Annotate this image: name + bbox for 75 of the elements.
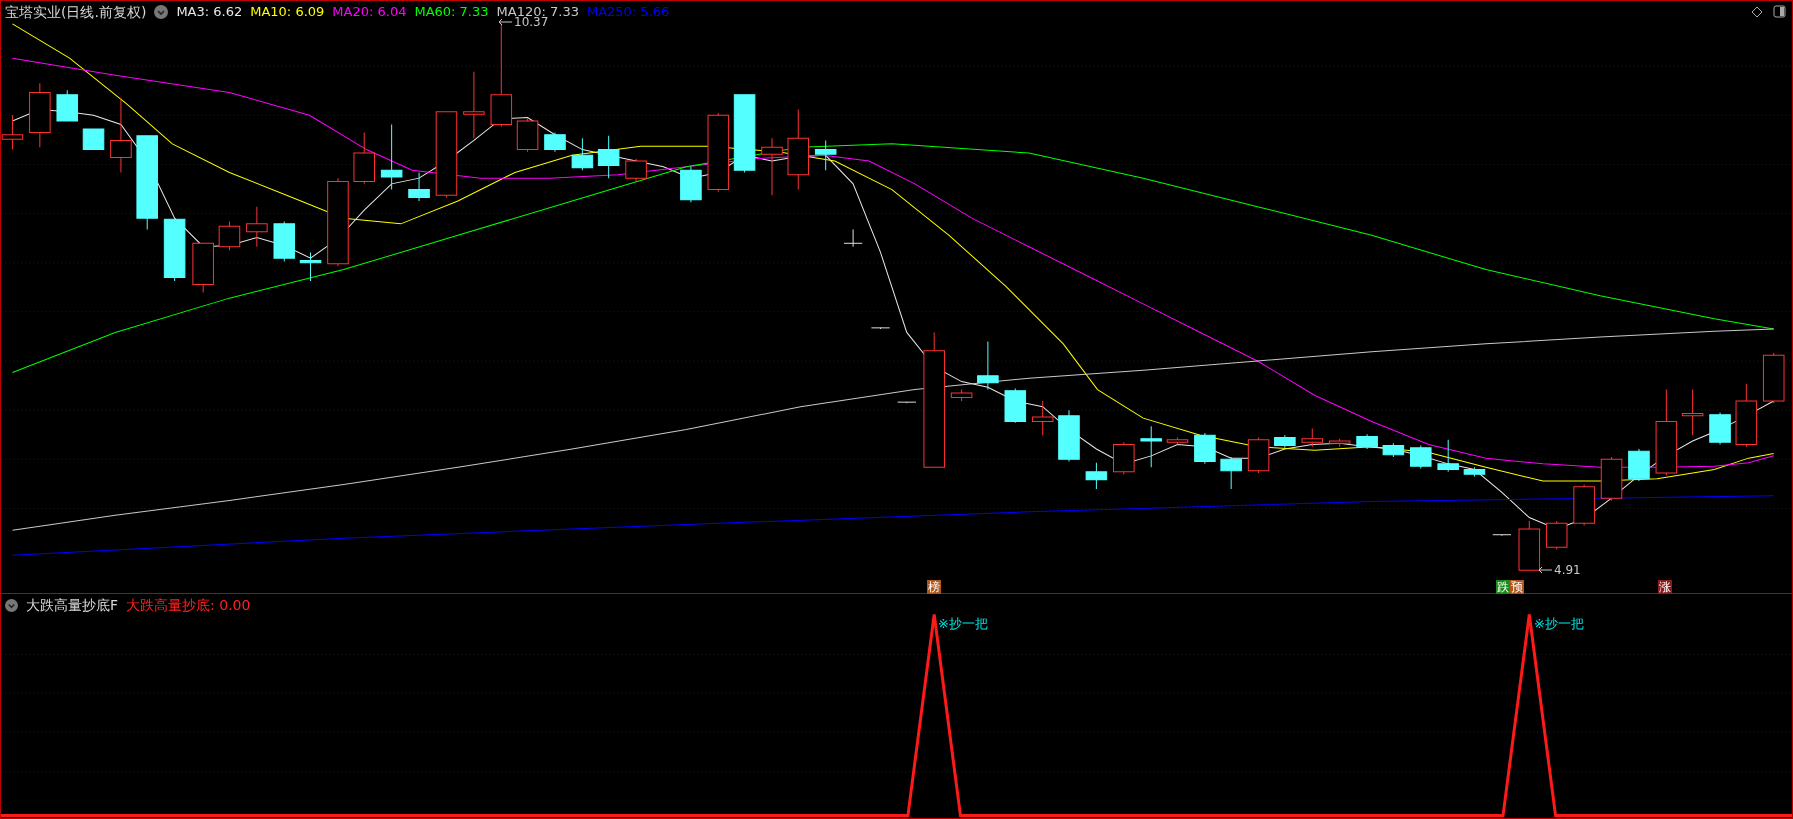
candlestick — [761, 137, 783, 196]
candlestick — [1709, 411, 1731, 445]
indicator-value: MA10: 6.09 — [250, 3, 325, 21]
candlestick — [1166, 437, 1189, 445]
candlestick — [814, 139, 837, 171]
price-label: 10.37 — [514, 15, 549, 29]
candlestick — [1437, 439, 1459, 473]
chevron-down-icon[interactable] — [5, 598, 18, 612]
candlestick — [1463, 466, 1486, 477]
candlestick — [1492, 534, 1512, 537]
indicator-value: MA60: 7.33 — [414, 3, 489, 21]
indicator-value: MA250: 5.66 — [586, 3, 670, 21]
candlestick — [1274, 434, 1296, 449]
candlestick — [843, 229, 863, 248]
candlestick — [273, 221, 296, 263]
candlestick — [1194, 432, 1216, 465]
indicator-value: MA3: 6.62 — [176, 3, 243, 21]
candlestick — [463, 71, 485, 139]
candlestick — [597, 135, 620, 179]
candlestick — [353, 131, 375, 185]
candlestick — [870, 327, 891, 330]
candlestick — [1762, 352, 1785, 404]
candlestick — [1600, 456, 1623, 501]
candlestick — [192, 242, 214, 293]
candlestick — [218, 221, 241, 251]
candlestick — [1247, 437, 1270, 474]
candlestick — [1220, 456, 1242, 490]
candlestick — [1140, 425, 1162, 468]
candlestick — [1113, 441, 1135, 475]
candlestick — [1356, 433, 1378, 450]
indicator-title: 大跌高量抄底F — [26, 596, 119, 614]
candlestick — [299, 251, 322, 282]
chevron-down-icon[interactable] — [154, 5, 169, 19]
candlestick — [680, 166, 702, 203]
indicator-value: 大跌高量抄底: 0.00 — [126, 596, 251, 614]
candlestick — [977, 341, 999, 391]
candlestick — [1410, 445, 1432, 469]
signal-marker: 榜 — [927, 580, 941, 594]
candlestick — [1058, 409, 1080, 463]
candlestick — [163, 218, 186, 282]
candlestick — [82, 128, 105, 151]
chart-title: 宝塔实业(日线.前复权) — [5, 3, 147, 21]
candlestick — [246, 206, 268, 248]
candlestick — [408, 171, 430, 202]
candlestick — [571, 137, 594, 171]
candlestick — [1735, 383, 1758, 448]
candlestick — [625, 158, 647, 183]
candlestick — [1545, 520, 1568, 551]
candlestick — [516, 118, 539, 153]
candlestick — [1085, 462, 1108, 490]
candlestick — [1004, 387, 1027, 424]
candlestick — [897, 401, 917, 404]
arrow-icon — [1538, 566, 1552, 574]
candlestick — [1573, 483, 1595, 527]
candlestick — [56, 89, 79, 122]
candlestick — [380, 123, 403, 191]
price-label: 4.91 — [1554, 563, 1581, 577]
signal-marker: 跌 — [1496, 580, 1510, 594]
candlestick — [1328, 438, 1351, 448]
diamond-icon[interactable] — [1751, 5, 1763, 18]
candlestick — [1628, 448, 1650, 482]
candlestick — [1518, 520, 1541, 571]
candlestick — [1382, 442, 1405, 458]
signal-marker: 预 — [1510, 580, 1524, 594]
candlestick — [544, 131, 566, 153]
candlestick — [1301, 427, 1324, 448]
signal-marker: 涨 — [1658, 580, 1672, 594]
candlestick — [1681, 389, 1704, 436]
arrow-icon — [498, 18, 512, 26]
candlestick — [1031, 400, 1054, 436]
candlestick — [29, 82, 51, 148]
indicator-value: MA20: 6.04 — [332, 3, 407, 21]
panel-toggle-icon[interactable] — [1773, 5, 1786, 18]
signal-label: ※抄一把 — [1534, 615, 1584, 633]
signal-label: ※抄一把 — [938, 615, 988, 633]
